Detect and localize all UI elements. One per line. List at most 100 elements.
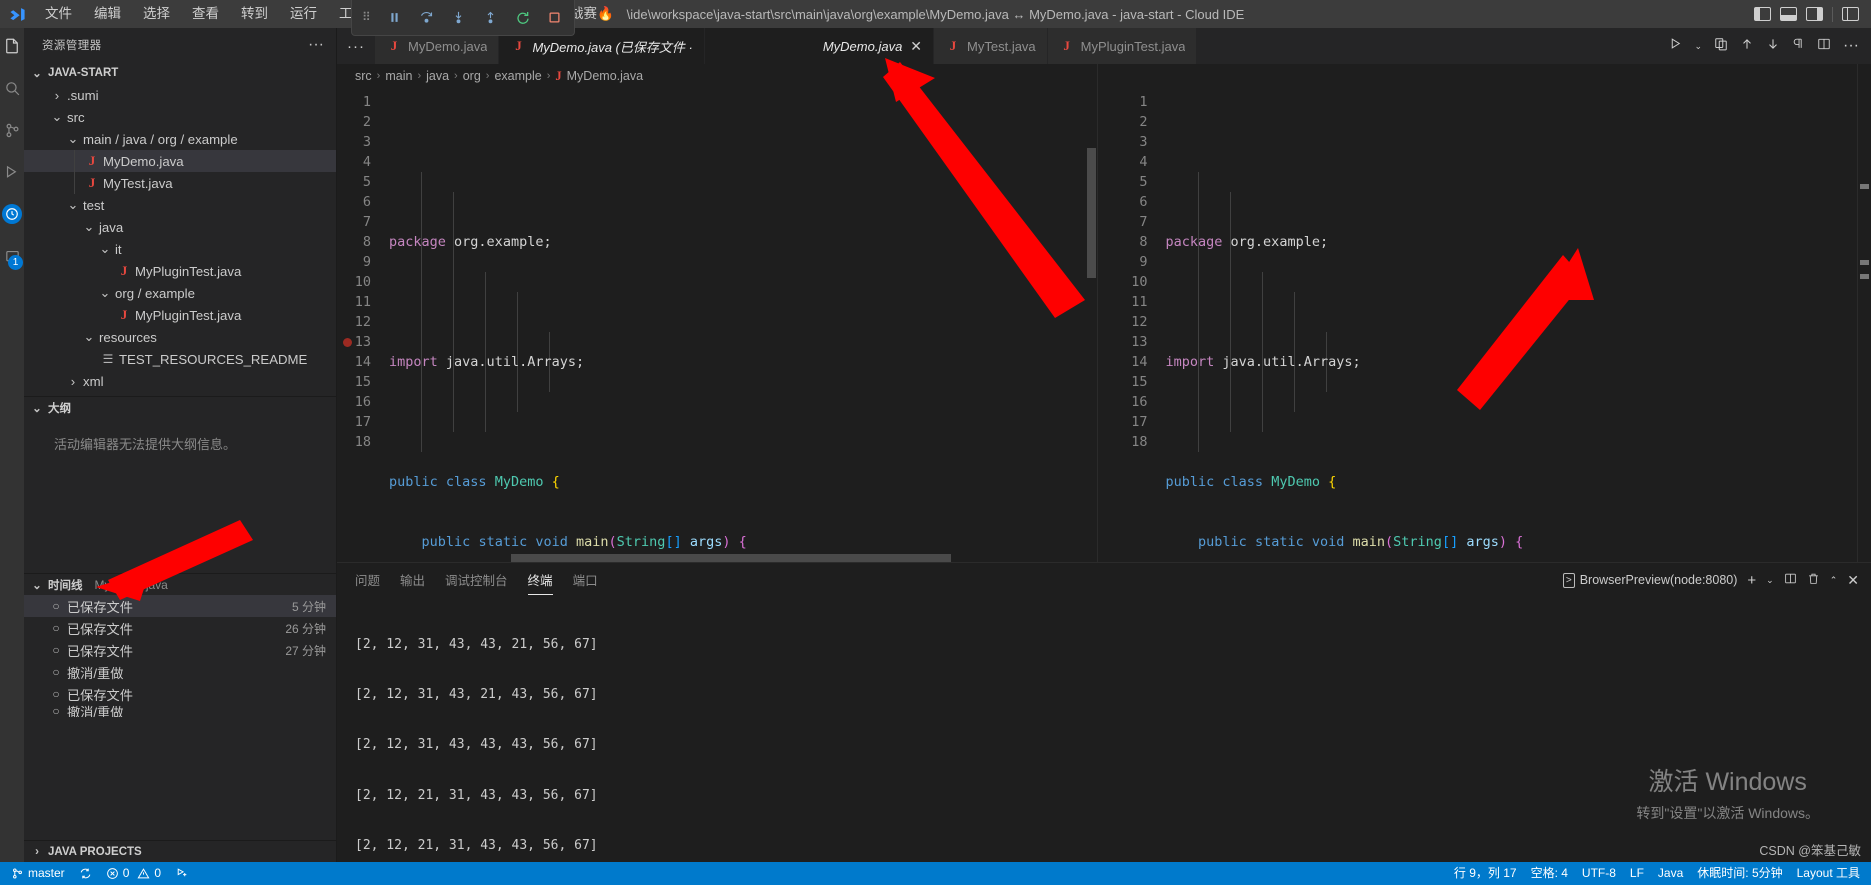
breadcrumb-file[interactable]: MyDemo.java bbox=[567, 69, 643, 83]
menu-run[interactable]: 运行 bbox=[279, 1, 328, 27]
open-changes-icon[interactable] bbox=[1714, 37, 1728, 56]
editor-overview-ruler[interactable] bbox=[1857, 64, 1871, 562]
close-icon[interactable]: ✕ bbox=[1847, 572, 1859, 589]
status-branch[interactable]: master bbox=[4, 862, 72, 885]
editor-horizontal-scrollbar-left[interactable] bbox=[381, 554, 1097, 562]
step-out-icon[interactable] bbox=[482, 9, 500, 27]
tab-mydemo-java-right[interactable]: MyDemo.java ✕ bbox=[704, 28, 935, 64]
split-editor-icon[interactable] bbox=[1817, 37, 1831, 56]
chevron-down-icon[interactable]: ⌄ bbox=[1766, 575, 1774, 586]
tree-item-myplugintest-it[interactable]: J MyPluginTest.java bbox=[24, 260, 336, 282]
timeline-item-2[interactable]: ○ 已保存文件 27 分钟 bbox=[24, 639, 336, 661]
pause-icon[interactable] bbox=[386, 9, 404, 27]
tree-item-test[interactable]: ⌄ test bbox=[24, 194, 336, 216]
restart-icon[interactable] bbox=[514, 9, 532, 27]
code-content-left[interactable]: package org.example; import java.util.Ar… bbox=[381, 88, 1097, 562]
timeline-item-1[interactable]: ○ 已保存文件 26 分钟 bbox=[24, 617, 336, 639]
breadcrumb-java[interactable]: java bbox=[426, 69, 449, 83]
tree-item-it[interactable]: ⌄ it bbox=[24, 238, 336, 260]
tab-mytest-java[interactable]: J MyTest.java bbox=[934, 28, 1048, 64]
status-cursor-position[interactable]: 行 9，列 17 bbox=[1447, 862, 1524, 885]
code-editor-left[interactable]: 1 2 3 4 5 6 7 8 9 10 11 12 13 14 15 16 1… bbox=[337, 88, 1097, 562]
terminal-output[interactable]: [2, 12, 31, 43, 43, 21, 56, 67] [2, 12, … bbox=[337, 597, 1871, 862]
sidebar-header: 资源管理器 ··· bbox=[24, 28, 336, 62]
menu-goto[interactable]: 转到 bbox=[230, 1, 279, 27]
new-terminal-icon[interactable]: + bbox=[1747, 572, 1756, 589]
chevron-up-icon[interactable]: ⌃ bbox=[1830, 575, 1838, 586]
timeline-item-3[interactable]: ○ 撤消/重做 bbox=[24, 661, 336, 683]
panel-tab-ports[interactable]: 端口 bbox=[573, 563, 598, 597]
outline-section-header[interactable]: ⌄ 大纲 bbox=[24, 396, 336, 418]
status-eol[interactable]: LF bbox=[1623, 862, 1651, 885]
breadcrumb-main[interactable]: main bbox=[385, 69, 412, 83]
status-language-mode[interactable]: Java bbox=[1651, 862, 1690, 885]
step-over-icon[interactable] bbox=[418, 9, 436, 27]
status-sleep-time[interactable]: 休眠时间: 5分钟 bbox=[1690, 862, 1789, 885]
code-content-right[interactable]: package org.example; import java.util.Ar… bbox=[1158, 88, 1858, 562]
code-editor-right[interactable]: 1 2 3 4 5 6 7 8 9 10 11 12 13 14 15 16 1… bbox=[1098, 88, 1858, 562]
stop-icon[interactable] bbox=[546, 9, 564, 27]
tree-item-xml[interactable]: › xml bbox=[24, 370, 336, 392]
status-layout-info[interactable]: Layout 工具 bbox=[1790, 862, 1867, 885]
menu-file[interactable]: 文件 bbox=[34, 1, 83, 27]
breadcrumb-example[interactable]: example bbox=[494, 69, 541, 83]
sidebar-more-actions-icon[interactable]: ··· bbox=[308, 37, 330, 53]
run-debug-icon[interactable] bbox=[2, 162, 22, 182]
tree-item-java[interactable]: ⌄ java bbox=[24, 216, 336, 238]
drag-grip-icon[interactable]: ⠿ bbox=[362, 11, 372, 23]
status-ports[interactable] bbox=[168, 862, 196, 885]
explorer-root-header[interactable]: ⌄ JAVA-START bbox=[24, 62, 336, 84]
timeline-icon[interactable] bbox=[2, 204, 22, 224]
search-icon[interactable] bbox=[2, 78, 22, 98]
panel-tab-terminal[interactable]: 终端 bbox=[527, 563, 553, 597]
tree-item-mydemo-java[interactable]: J MyDemo.java bbox=[24, 150, 336, 172]
status-problems[interactable]: 0 0 bbox=[99, 862, 168, 885]
status-sync[interactable] bbox=[72, 862, 99, 885]
arrow-up-icon[interactable] bbox=[1740, 37, 1754, 56]
tree-item-src[interactable]: ⌄ src bbox=[24, 106, 336, 128]
chevron-down-icon[interactable]: ⌄ bbox=[1694, 41, 1702, 52]
toggle-panel-icon[interactable] bbox=[1780, 7, 1797, 21]
tree-item-org-example[interactable]: ⌄ org / example bbox=[24, 282, 336, 304]
browser-preview-item[interactable]: > BrowserPreview(node:8080) bbox=[1562, 572, 1737, 588]
customize-layout-icon[interactable] bbox=[1842, 7, 1859, 21]
arrow-down-icon[interactable] bbox=[1766, 37, 1780, 56]
line-number-gutter-left[interactable]: 1 2 3 4 5 6 7 8 9 10 11 12 13 14 15 16 1… bbox=[337, 88, 381, 562]
paragraph-icon[interactable] bbox=[1792, 37, 1805, 55]
trash-icon[interactable] bbox=[1807, 572, 1820, 588]
line-number-gutter-right[interactable]: 1 2 3 4 5 6 7 8 9 10 11 12 13 14 15 16 1… bbox=[1098, 88, 1158, 562]
panel-tab-problems[interactable]: 问题 bbox=[355, 563, 380, 597]
status-encoding[interactable]: UTF-8 bbox=[1575, 862, 1623, 885]
timeline-item-0[interactable]: ○ 已保存文件 5 分钟 bbox=[24, 595, 336, 617]
line-number-breakpoint[interactable]: 13 bbox=[337, 332, 381, 352]
tree-item-sumi[interactable]: › .sumi bbox=[24, 84, 336, 106]
panel-tab-debug-console[interactable]: 调试控制台 bbox=[445, 563, 508, 597]
status-indentation[interactable]: 空格: 4 bbox=[1524, 862, 1575, 885]
breadcrumb-src[interactable]: src bbox=[355, 69, 372, 83]
tab-myplugintest-java[interactable]: J MyPluginTest.java bbox=[1047, 28, 1198, 64]
timeline-item-5[interactable]: ○ 撤消/重做 bbox=[24, 705, 336, 717]
tree-item-resources[interactable]: ⌄ resources bbox=[24, 326, 336, 348]
tree-item-mytest-java[interactable]: J MyTest.java bbox=[24, 172, 336, 194]
split-terminal-icon[interactable] bbox=[1784, 572, 1797, 588]
close-icon[interactable]: ✕ bbox=[910, 38, 922, 55]
java-projects-section-header[interactable]: › JAVA PROJECTS bbox=[24, 840, 336, 862]
menu-edit[interactable]: 编辑 bbox=[83, 1, 132, 27]
menu-view[interactable]: 查看 bbox=[181, 1, 230, 27]
run-button[interactable] bbox=[1669, 37, 1682, 55]
source-control-icon[interactable] bbox=[2, 120, 22, 140]
menu-selection[interactable]: 选择 bbox=[132, 1, 181, 27]
toggle-secondary-sidebar-icon[interactable] bbox=[1806, 7, 1823, 21]
tree-item-test-resources-readme[interactable]: ☰ TEST_RESOURCES_README bbox=[24, 348, 336, 370]
explorer-icon[interactable] bbox=[2, 36, 22, 56]
step-into-icon[interactable] bbox=[450, 9, 468, 27]
breadcrumb-org[interactable]: org bbox=[463, 69, 481, 83]
timeline-item-4[interactable]: ○ 已保存文件 bbox=[24, 683, 336, 705]
tree-item-main-java-org-example[interactable]: ⌄ main / java / org / example bbox=[24, 128, 336, 150]
tree-item-myplugintest-org[interactable]: J MyPluginTest.java bbox=[24, 304, 336, 326]
toggle-primary-sidebar-icon[interactable] bbox=[1754, 7, 1771, 21]
panel-tab-output[interactable]: 输出 bbox=[400, 563, 425, 597]
timeline-section-header[interactable]: ⌄ 时间线 MyDemo.java bbox=[24, 573, 336, 595]
extensions-icon[interactable]: 1 bbox=[2, 246, 23, 270]
more-actions-icon[interactable]: ··· bbox=[1843, 38, 1859, 54]
